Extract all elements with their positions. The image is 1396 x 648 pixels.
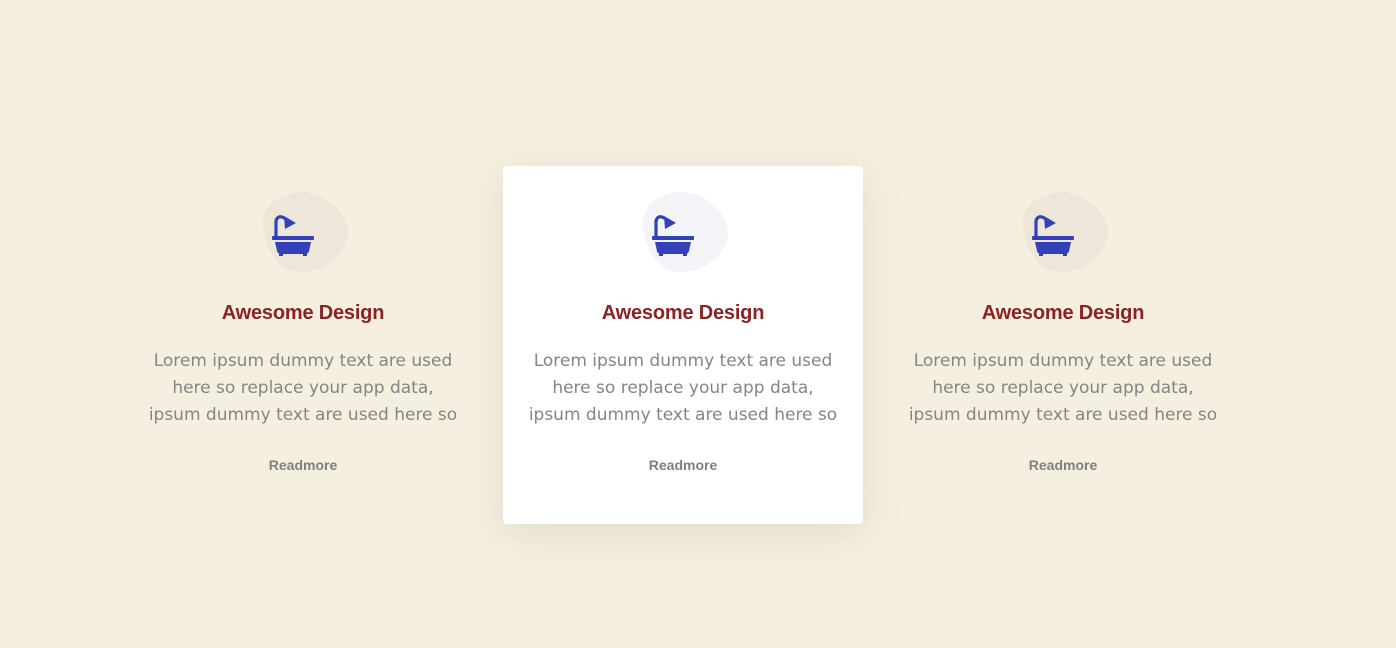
- bathtub-icon: [1032, 215, 1074, 256]
- icon-badge: [1018, 192, 1108, 272]
- readmore-link[interactable]: Readmore: [1029, 457, 1097, 473]
- feature-description: Lorem ipsum dummy text are used here so …: [528, 351, 838, 425]
- feature-description: Lorem ipsum dummy text are used here so …: [148, 351, 458, 425]
- icon-badge: [638, 192, 728, 272]
- feature-title: Awesome Design: [981, 302, 1145, 324]
- bathtub-icon: [272, 215, 314, 256]
- readmore-link[interactable]: Readmore: [649, 457, 717, 473]
- feature-title: Awesome Design: [601, 302, 765, 324]
- feature-card[interactable]: Awesome Design Lorem ipsum dummy text ar…: [883, 166, 1243, 524]
- bathtub-icon: [652, 215, 694, 256]
- icon-badge: [258, 192, 348, 272]
- feature-card-active[interactable]: Awesome Design Lorem ipsum dummy text ar…: [503, 166, 863, 524]
- feature-title: Awesome Design: [221, 302, 385, 324]
- feature-description: Lorem ipsum dummy text are used here so …: [908, 351, 1218, 425]
- feature-card[interactable]: Awesome Design Lorem ipsum dummy text ar…: [123, 166, 483, 524]
- features-section: Awesome Design Lorem ipsum dummy text ar…: [123, 166, 1263, 524]
- readmore-link[interactable]: Readmore: [269, 457, 337, 473]
